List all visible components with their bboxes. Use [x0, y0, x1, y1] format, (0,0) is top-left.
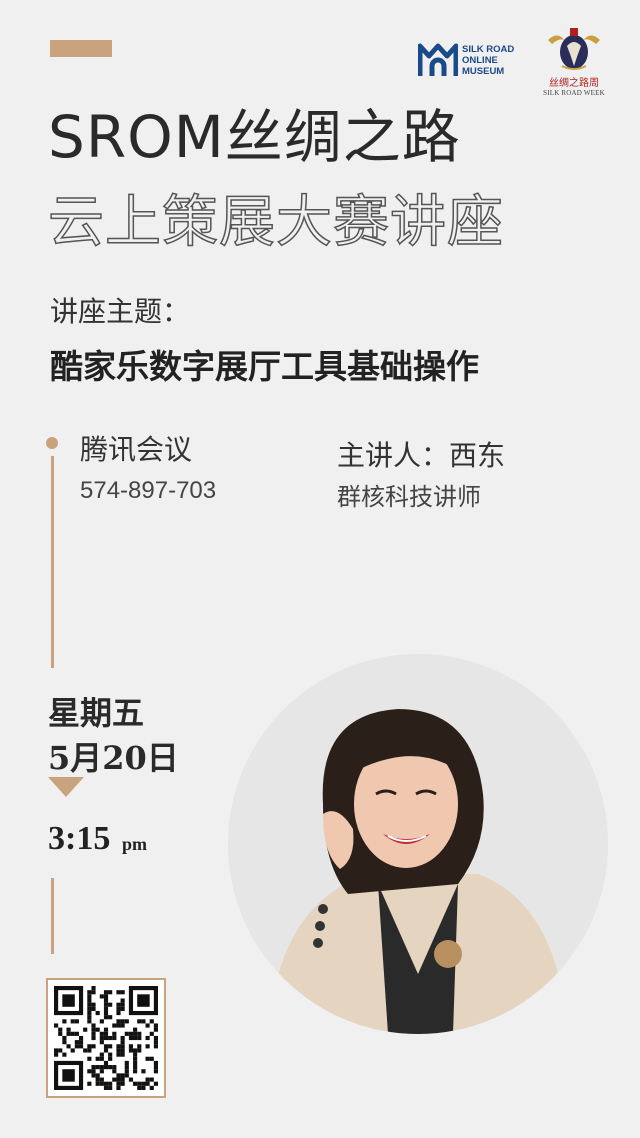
timeline-line-lower — [51, 878, 54, 954]
srom-logo-line: ONLINE — [462, 54, 498, 66]
qr-code[interactable] — [46, 978, 166, 1098]
srom-logo: SILK ROAD ONLINE MUSEUM — [418, 40, 528, 80]
silk-road-week-logo: 丝绸之路周 SILK ROAD WEEK — [542, 26, 606, 97]
event-ampm: pm — [122, 834, 148, 854]
silk-road-week-emblem-icon — [548, 28, 600, 70]
page-subtitle: 云上策展大赛讲座 — [47, 189, 504, 256]
srom-logo-text: SILK ROAD ONLINE MUSEUM — [462, 44, 514, 77]
srom-logo-line: SILK ROAD — [462, 43, 515, 55]
speaker-photo — [228, 654, 608, 1034]
silk-road-week-en: SILK ROAD WEEK — [543, 89, 605, 97]
event-date: 5月20日 — [48, 739, 179, 777]
top-accent-bar — [50, 40, 112, 57]
srom-logo-line: MUSEUM — [462, 65, 505, 77]
srom-logo-icon — [418, 43, 458, 76]
meeting-platform: 腾讯会议 — [80, 433, 193, 466]
qr-code-icon — [54, 986, 158, 1090]
speaker-name: 主讲人：西东 — [337, 439, 506, 472]
event-time: 3:15 — [48, 820, 111, 857]
page-title: SROM丝绸之路 — [48, 103, 461, 171]
speaker-title: 群核科技讲师 — [337, 483, 481, 511]
timeline-dot — [46, 437, 58, 449]
event-weekday: 星期五 — [48, 694, 145, 732]
silk-road-week-cn: 丝绸之路周 — [549, 78, 599, 89]
topic-title: 酷家乐数字展厅工具基础操作 — [50, 347, 479, 386]
triangle-down-icon — [48, 777, 84, 797]
timeline-line — [51, 456, 54, 668]
meeting-id: 574-897-703 — [80, 477, 217, 504]
topic-label: 讲座主题： — [50, 295, 191, 328]
speaker-portrait — [228, 654, 608, 1034]
